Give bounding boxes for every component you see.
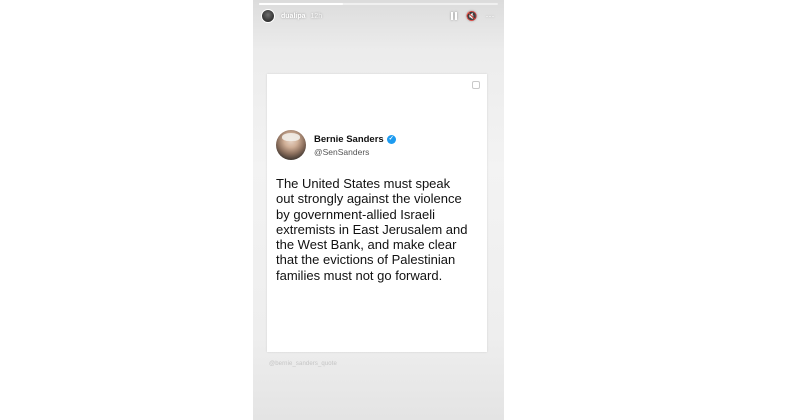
tweet-card: Bernie Sanders ✓ @SenSanders The United … (267, 74, 487, 352)
pause-button[interactable] (448, 10, 460, 22)
pause-icon (451, 12, 457, 20)
mute-button[interactable]: 🔇 (466, 10, 478, 22)
more-options-button[interactable]: ⋯ (484, 10, 496, 22)
author-names: Bernie Sanders ✓ @SenSanders (314, 134, 396, 157)
story-header: dualipa 12h 🔇 ⋯ (261, 8, 496, 24)
verified-badge-icon: ✓ (386, 134, 396, 144)
story-progress-fill (259, 3, 343, 5)
tweet-author: Bernie Sanders ✓ @SenSanders (276, 130, 396, 160)
more-icon: ⋯ (485, 10, 495, 21)
display-name-row: Bernie Sanders ✓ (314, 134, 396, 145)
page: dualipa 12h 🔇 ⋯ Bernie Sanders ✓ @SenSan… (0, 0, 800, 420)
story-caption: @bernie_sanders_quote (269, 361, 337, 367)
author-avatar (276, 130, 306, 160)
story-timestamp: 12h (310, 12, 323, 20)
speaker-off-icon: 🔇 (466, 10, 478, 21)
tweet-text: The United States must speak out strongl… (276, 176, 468, 283)
card-corner-icon (472, 81, 480, 89)
story-progress-bar (259, 3, 498, 5)
account-avatar[interactable] (261, 9, 275, 23)
account-username[interactable]: dualipa (281, 13, 306, 20)
author-display-name: Bernie Sanders (314, 133, 384, 145)
story-viewer[interactable]: dualipa 12h 🔇 ⋯ Bernie Sanders ✓ @SenSan… (253, 0, 504, 420)
author-handle: @SenSanders (314, 146, 370, 157)
